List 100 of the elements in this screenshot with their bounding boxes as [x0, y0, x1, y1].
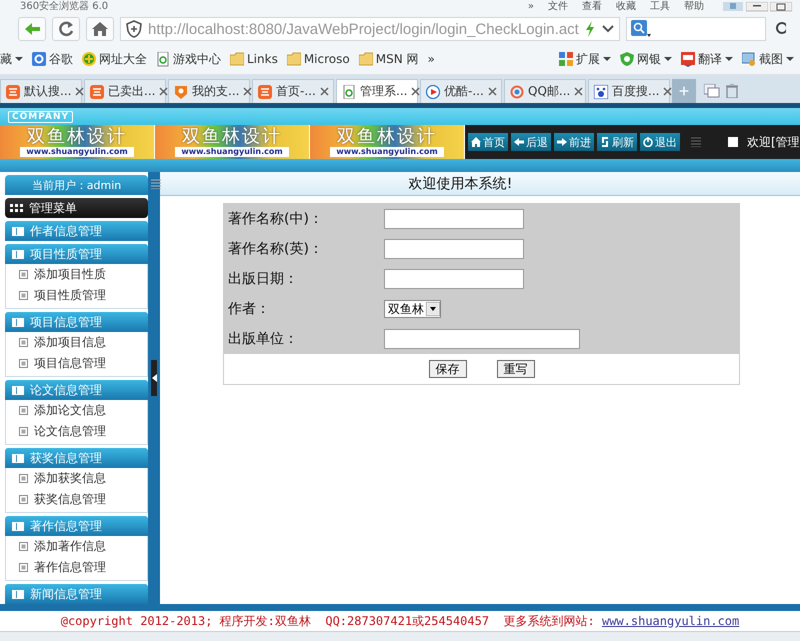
list-icon: [19, 291, 28, 300]
list-icon: [19, 542, 28, 551]
field-label: 著作名称(中)：: [228, 210, 324, 228]
grid-icon: [10, 204, 24, 212]
form-button[interactable]: 保存: [428, 360, 466, 378]
ring-icon: [510, 84, 524, 98]
close-icon: [574, 87, 584, 96]
browser-tab[interactable]: 首页-...: [252, 79, 334, 103]
menu-item[interactable]: 添加项目信息: [6, 332, 147, 353]
windows-icon: [704, 84, 720, 98]
nav-button[interactable]: 退出: [640, 133, 680, 151]
bookmark-item[interactable]: 藏: [0, 50, 23, 68]
field-label: 出版日期：: [228, 270, 299, 288]
close-icon: [488, 87, 497, 96]
browser-tab[interactable]: 管理系...: [336, 79, 418, 103]
menu-item[interactable]: 添加著作信息: [6, 536, 147, 557]
logo-url: www.shuangyulin.com: [175, 147, 289, 157]
collapse-handle[interactable]: [151, 360, 157, 396]
google-icon: [32, 52, 46, 66]
menu-item[interactable]: 获奖信息管理: [6, 489, 147, 510]
panel-icon: [12, 590, 24, 598]
refresh-icon: [600, 137, 610, 147]
bookmark-item[interactable]: 游戏中心: [156, 50, 221, 68]
bookmark-item[interactable]: 网址大全: [82, 50, 147, 68]
close-icon: [663, 87, 672, 96]
home-icon: [471, 137, 481, 147]
refresh-button[interactable]: [52, 17, 80, 41]
caret-icon: [664, 56, 672, 62]
menu-item[interactable]: 著作信息管理: [6, 557, 147, 578]
nav-button[interactable]: 后退: [511, 133, 551, 151]
paw-icon: [594, 84, 608, 98]
shop-icon: [258, 84, 272, 98]
grip-icon: [151, 178, 161, 188]
browser-tab[interactable]: 百度搜...: [588, 79, 670, 103]
bookmark-item[interactable]: Microso: [286, 52, 350, 66]
shield-icon: [620, 52, 634, 66]
menu-item[interactable]: 项目性质管理: [6, 285, 147, 306]
search-field[interactable]: [626, 17, 766, 41]
list-icon: [19, 338, 28, 347]
shield-icon: [174, 84, 188, 98]
home-icon: [91, 21, 109, 37]
shield-icon: [125, 20, 143, 38]
browser-tab[interactable]: QQ邮...: [504, 79, 586, 103]
nav-button[interactable]: 首页: [468, 133, 508, 151]
bookmark-item[interactable]: 截图: [742, 50, 794, 68]
bookmark-item[interactable]: 网银: [620, 50, 672, 68]
browser-tab[interactable]: 已卖出...: [84, 79, 166, 103]
bookmark-item[interactable]: MSN 网: [358, 50, 418, 68]
menu-item[interactable]: 添加获奖信息: [6, 468, 147, 489]
menu-item[interactable]: 帮助: [684, 1, 704, 13]
bookmark-item[interactable]: 扩展: [559, 50, 611, 68]
menu-item[interactable]: 查看: [582, 1, 602, 13]
bookmark-item[interactable]: 谷歌: [32, 50, 73, 68]
input-field[interactable]: [384, 239, 524, 259]
caret-icon: [603, 56, 611, 62]
panel-icon: [12, 226, 24, 236]
caret-icon: [15, 56, 23, 62]
grip-icon: [691, 137, 701, 147]
shop-icon: [90, 84, 104, 98]
input-field[interactable]: [384, 269, 524, 289]
nav-button[interactable]: 前进: [554, 133, 594, 151]
panel-icon: [12, 250, 24, 258]
browser-tab[interactable]: 我的支...: [168, 79, 250, 103]
power-icon: [643, 137, 653, 147]
copyright-text: @copyright 2012-2013; 程序开发:双鱼林 QQ:287307421或254540457 更多系统到网站:: [60, 612, 596, 630]
form-button[interactable]: 重写: [496, 360, 534, 378]
back-icon: [23, 21, 41, 37]
right-arrow-icon: [557, 137, 567, 147]
nav-button[interactable]: 刷新: [597, 133, 637, 151]
folder-icon: [358, 52, 373, 66]
menu-item[interactable]: 论文信息管理: [6, 421, 147, 442]
play-icon: [426, 84, 440, 98]
input-field[interactable]: [384, 209, 524, 229]
menu-item[interactable]: 文件: [548, 1, 568, 13]
browser-tab[interactable]: 优酷-...: [420, 79, 502, 103]
menu-item[interactable]: 添加项目性质: [6, 264, 147, 285]
menu-item[interactable]: 项目信息管理: [6, 353, 147, 374]
list-icon: [19, 474, 28, 483]
list-icon: [19, 563, 28, 572]
bookmark-item[interactable]: 翻译: [681, 50, 733, 68]
browser-tab[interactable]: 默认搜...: [0, 79, 82, 103]
list-icon: [19, 427, 28, 436]
user-header: 当前用户：admin: [5, 175, 148, 195]
menu-item[interactable]: »: [528, 1, 534, 13]
menu-item[interactable]: 添加论文信息: [6, 400, 147, 421]
window-title: 360安全浏览器 6.0: [20, 1, 108, 13]
website-link[interactable]: www.shuangyulin.com: [602, 614, 740, 628]
panel-icon: [12, 386, 24, 394]
menu-item[interactable]: 工具: [650, 1, 670, 13]
menu-item[interactable]: 收藏: [616, 1, 636, 13]
translate-icon: [681, 52, 695, 66]
bookmark-item[interactable]: »: [427, 52, 435, 66]
bookmark-item[interactable]: Links: [230, 52, 278, 66]
home-button[interactable]: [86, 17, 114, 41]
logo-title: 双鱼林设计: [182, 127, 282, 147]
company-badge: COMPANY: [8, 110, 73, 122]
input-field[interactable]: [384, 329, 580, 349]
author-select[interactable]: 双鱼林: [384, 300, 441, 318]
back-button[interactable]: [18, 17, 46, 41]
search-icon: [774, 21, 786, 37]
